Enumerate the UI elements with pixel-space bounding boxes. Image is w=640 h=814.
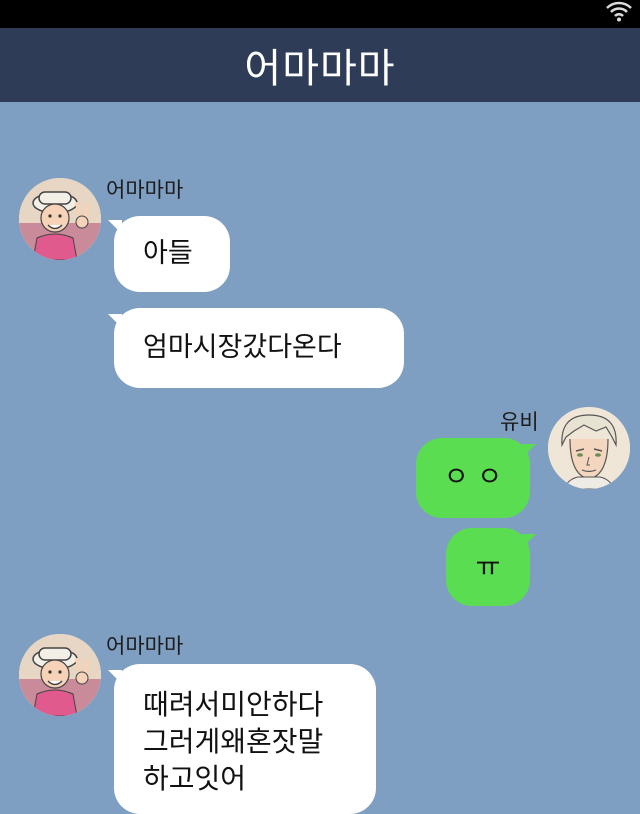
message-text: ㅇ ㅇ bbox=[443, 462, 503, 493]
mom-avatar-illustration bbox=[19, 634, 101, 716]
sender-name: 유비 bbox=[500, 410, 539, 434]
sender-name: 어마마마 bbox=[106, 634, 184, 658]
message-bubble-incoming[interactable]: 아들 bbox=[114, 216, 230, 292]
status-bar bbox=[0, 0, 640, 28]
yubi-avatar-illustration bbox=[548, 407, 630, 489]
message-bubble-outgoing[interactable]: ㅇ ㅇ bbox=[416, 438, 530, 518]
message-bubble-incoming[interactable]: 때려서미안하다 그러게왜혼잣말 하고잇어 bbox=[114, 664, 376, 814]
message-bubble-incoming[interactable]: 엄마시장갔다온다 bbox=[114, 308, 404, 388]
message-text-line: 하고잇어 bbox=[143, 762, 247, 795]
chat-area[interactable]: 어마마마 아들 엄마시장갔다온다 유비 ㅇ ㅇ ㅠ 어마마마 때려서미안하다 그… bbox=[0, 102, 640, 814]
message-text-line: 때려서미안하다 bbox=[143, 688, 324, 721]
mom-avatar-illustration bbox=[19, 178, 101, 260]
chat-header: 어마마마 bbox=[0, 28, 640, 102]
avatar-mom[interactable] bbox=[19, 178, 101, 260]
wifi-icon bbox=[606, 1, 632, 22]
sender-name: 어마마마 bbox=[106, 178, 184, 202]
chat-title: 어마마마 bbox=[244, 46, 396, 92]
avatar-mom[interactable] bbox=[19, 634, 101, 716]
avatar-yubi[interactable] bbox=[548, 407, 630, 489]
message-text: 아들 bbox=[143, 238, 193, 269]
message-bubble-outgoing[interactable]: ㅠ bbox=[446, 528, 530, 606]
message-text: 엄마시장갔다온다 bbox=[143, 332, 342, 363]
message-text: ㅠ bbox=[475, 552, 501, 583]
message-text-line: 그러게왜혼잣말 bbox=[143, 725, 324, 758]
